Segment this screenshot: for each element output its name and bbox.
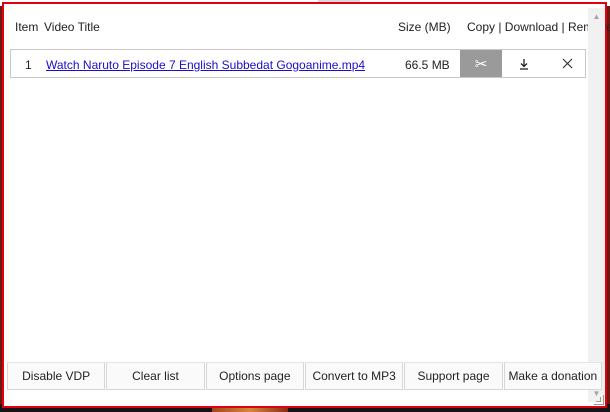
disable-vdp-button[interactable]: Disable VDP [7,362,106,390]
support-page-button[interactable]: Support page [404,362,503,390]
video-size: 66.5 MB [405,58,450,72]
vertical-scrollbar[interactable]: ▲ ▼ [588,8,605,402]
table-row: 1 Watch Naruto Episode 7 English Subbeda… [10,49,586,78]
remove-button[interactable] [546,50,588,77]
options-page-button[interactable]: Options page [205,362,304,390]
header-item: Item [15,20,39,34]
scroll-up-arrow-icon[interactable]: ▲ [588,8,605,25]
table-header: Item Video Title Size (MB) Copy | Downlo… [8,16,610,38]
header-size: Size (MB) [398,20,451,34]
row-item-number: 1 [25,58,32,72]
convert-to-mp3-button[interactable]: Convert to MP3 [304,362,404,390]
footer-toolbar: Disable VDP Clear list Options page Conv… [7,362,602,390]
popup-content: Item Video Title Size (MB) Copy | Downlo… [8,8,610,406]
make-a-donation-button[interactable]: Make a donation [503,362,602,390]
video-title-link[interactable]: Watch Naruto Episode 7 English Subbedat … [46,58,365,72]
download-icon [520,58,528,70]
clear-list-button[interactable]: Clear list [106,362,205,390]
scissors-icon: ✂ [474,55,488,73]
close-icon [562,58,572,69]
resize-grip-icon[interactable] [594,395,604,405]
header-video-title: Video Title [44,20,100,34]
video-downloader-popup: Item Video Title Size (MB) Copy | Downlo… [2,2,610,408]
copy-button[interactable]: ✂ [460,50,502,77]
download-button[interactable] [503,50,545,77]
